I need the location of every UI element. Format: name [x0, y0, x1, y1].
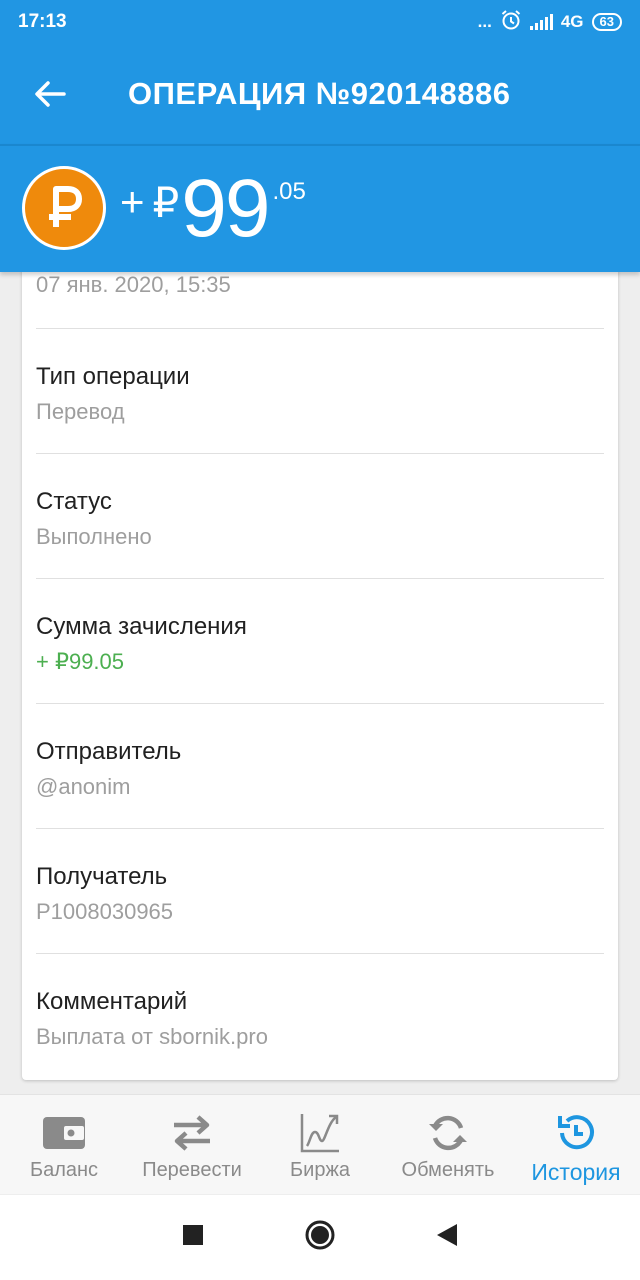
amount-currency: ₽ — [152, 179, 180, 226]
more-dots-icon: ... — [477, 12, 492, 31]
page-title: ОПЕРАЦИЯ №920148886 — [128, 76, 511, 111]
arrow-left-icon — [35, 81, 66, 107]
detail-label: Сумма зачисления — [36, 613, 247, 640]
nav-label: Биржа — [290, 1159, 350, 1181]
amount-display: + ₽ 99 .05 — [120, 166, 306, 252]
system-navigation-bar — [0, 1194, 640, 1280]
detail-row-sender: Отправитель @anonim — [36, 703, 604, 828]
history-icon — [555, 1111, 597, 1155]
nav-item-history[interactable]: История — [512, 1095, 640, 1194]
app-bar: ОПЕРАЦИЯ №920148886 — [0, 44, 640, 144]
signal-icon — [529, 14, 553, 30]
detail-row-recipient: Получатель P1008030965 — [36, 828, 604, 953]
detail-label: Комментарий — [36, 988, 188, 1015]
triangle-back-icon — [437, 1224, 457, 1246]
amount-header: + ₽ 99 .05 — [0, 144, 640, 272]
status-time: 17:13 — [18, 11, 67, 32]
amount-sign: + — [120, 178, 145, 225]
back-button[interactable] — [0, 44, 100, 144]
detail-row-credit-amount: Сумма зачисления + ₽99.05 — [36, 578, 604, 703]
status-bar: 17:13 ... 4G 63 — [0, 0, 640, 44]
operation-details-card: 07 янв. 2020, 15:35 Тип операции Перевод… — [22, 262, 618, 1080]
network-type: 4G — [560, 12, 584, 31]
detail-value: + ₽99.05 — [36, 649, 125, 674]
operation-date: 07 янв. 2020, 15:35 — [36, 272, 231, 297]
home-button[interactable] — [304, 1219, 336, 1256]
refresh-icon — [427, 1111, 469, 1155]
nav-item-balance[interactable]: Баланс — [0, 1095, 128, 1194]
detail-value: @anonim — [36, 774, 131, 799]
circle-home-icon — [305, 1220, 335, 1250]
detail-row-comment: Комментарий Выплата от sbornik.pro — [36, 953, 604, 1078]
wallet-icon — [42, 1111, 86, 1155]
amount-fraction: .05 — [272, 178, 306, 205]
nav-label: Перевести — [142, 1159, 242, 1181]
detail-row-type: Тип операции Перевод — [36, 328, 604, 453]
amount-integer: 99 — [181, 163, 270, 254]
chart-icon — [299, 1111, 341, 1155]
battery-icon: 63 — [591, 13, 622, 31]
square-icon — [183, 1225, 203, 1245]
nav-label: Обменять — [401, 1159, 495, 1181]
nav-item-exchange-market[interactable]: Биржа — [256, 1095, 384, 1194]
detail-label: Отправитель — [36, 738, 182, 765]
recents-button[interactable] — [182, 1224, 204, 1251]
nav-label: История — [531, 1159, 621, 1185]
detail-row-status: Статус Выполнено — [36, 453, 604, 578]
detail-value: Выполнено — [36, 524, 152, 549]
nav-label: Баланс — [29, 1159, 99, 1181]
bottom-navigation: Баланс Перевести Биржа Обменять История — [0, 1094, 640, 1194]
alarm-icon — [500, 9, 522, 36]
nav-item-swap[interactable]: Обменять — [384, 1095, 512, 1194]
status-icons: ... 4G 63 — [478, 9, 622, 36]
detail-label: Получатель — [36, 863, 168, 890]
back-system-button[interactable] — [436, 1223, 458, 1252]
detail-value: P1008030965 — [36, 899, 174, 924]
ruble-coin-icon — [22, 166, 106, 250]
detail-label: Тип операции — [36, 363, 190, 390]
detail-value: Выплата от sbornik.pro — [36, 1024, 268, 1049]
nav-item-transfer[interactable]: Перевести — [128, 1095, 256, 1194]
detail-value: Перевод — [36, 399, 125, 424]
detail-label: Статус — [36, 488, 112, 515]
transfer-arrows-icon — [170, 1111, 214, 1155]
